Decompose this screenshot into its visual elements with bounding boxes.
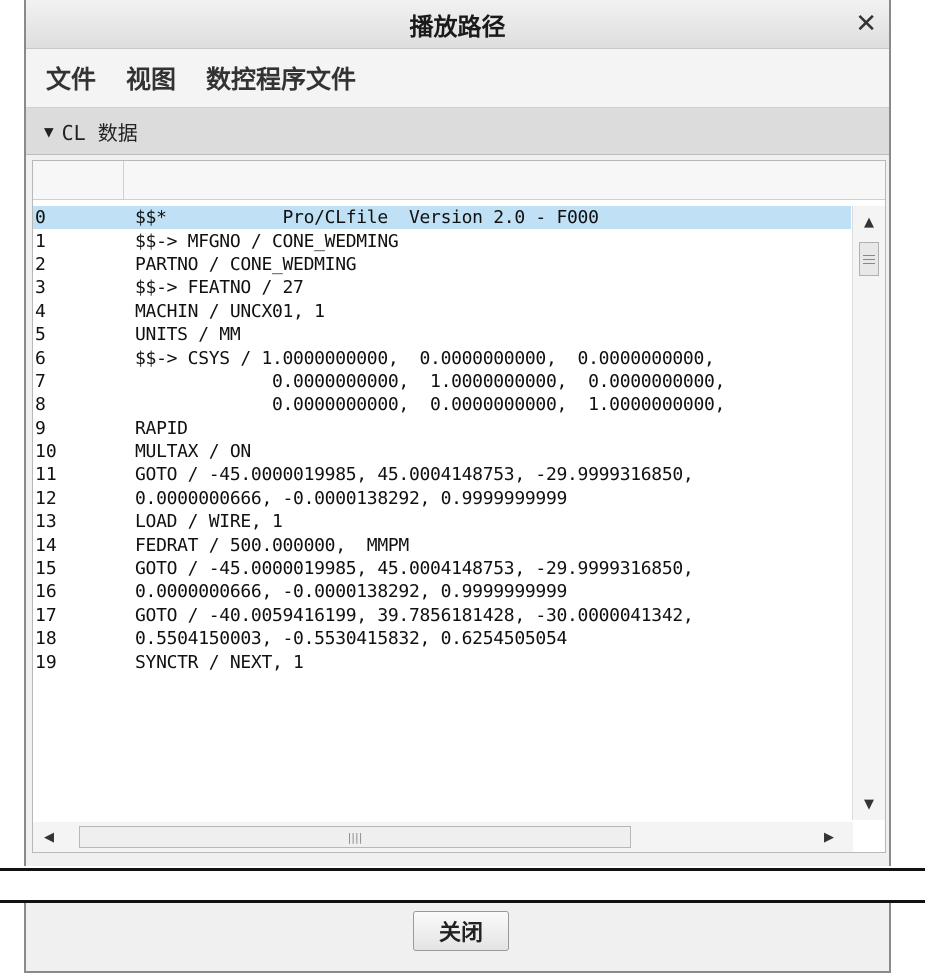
cl-row-text: 0.0000000666, -0.0000138292, 0.999999999… [135,581,568,603]
cl-row-text: $$* Pro/CLfile Version 2.0 - F000 [135,207,599,229]
list-column-header [33,161,885,200]
cl-row[interactable]: 17 GOTO / -40.0059416199, 39.7856181428, … [33,604,851,627]
scroll-down-icon[interactable]: ▼ [857,792,881,816]
cl-row-text: 0.0000000666, -0.0000138292, 0.999999999… [135,487,568,509]
cl-row-text: $$-> FEATNO / 27 [135,277,304,299]
cl-row-number: 5 [35,324,46,346]
separator-line-top [0,868,925,871]
cl-row-number: 16 [35,581,57,603]
cl-row-number: 1 [35,230,46,252]
cl-row-text: SYNCTR / NEXT, 1 [135,651,304,673]
close-button[interactable]: 关闭 [413,911,509,951]
dialog-title: 播放路径 [409,12,506,41]
collapse-triangle-icon[interactable]: ▼ [44,122,54,141]
cl-data-section-header[interactable]: ▼ CL 数据 [26,108,889,155]
cl-row-text: GOTO / -40.0059416199, 39.7856181428, -3… [135,604,694,626]
cl-row[interactable]: 1 $$-> MFGNO / CONE_WEDMING [33,229,851,252]
scroll-left-icon[interactable]: ◀ [37,825,61,849]
cl-row-text: FEDRAT / 500.000000, MMPM [135,534,409,556]
cl-row[interactable]: 4 MACHIN / UNCX01, 1 [33,300,851,323]
cl-row-text: $$-> MFGNO / CONE_WEDMING [135,230,399,252]
scroll-up-icon[interactable]: ▲ [857,210,881,234]
cl-row[interactable]: 11 GOTO / -45.0000019985, 45.0004148753, … [33,463,851,486]
cl-row[interactable]: 13 LOAD / WIRE, 1 [33,510,851,533]
cl-row-text: 0.0000000000, 1.0000000000, 0.0000000000… [135,370,726,392]
cl-row-text: RAPID [135,417,188,439]
cl-row-number: 14 [35,534,57,556]
cl-row-number: 9 [35,417,46,439]
menu-bar: 文件 视图 数控程序文件 [26,49,889,108]
horizontal-scrollbar[interactable]: ◀ |||| ▶ [33,822,853,852]
dialog-footer: 关闭 [24,903,891,973]
vertical-scrollbar[interactable]: ▲ ▼ [852,206,885,820]
cl-row-number: 8 [35,394,46,416]
cl-row-text: 0.0000000000, 0.0000000000, 1.0000000000… [135,394,726,416]
vertical-scroll-thumb[interactable] [859,242,879,276]
cl-row-text: $$-> CSYS / 1.0000000000, 0.0000000000, … [135,347,715,369]
menu-file[interactable]: 文件 [46,60,96,96]
cl-row-text: LOAD / WIRE, 1 [135,511,283,533]
cl-row-text: UNITS / MM [135,324,241,346]
cl-row[interactable]: 3 $$-> FEATNO / 27 [33,276,851,299]
cl-row[interactable]: 6 $$-> CSYS / 1.0000000000, 0.0000000000,… [33,346,851,369]
cl-row-text: PARTNO / CONE_WEDMING [135,253,357,275]
cl-row[interactable]: 18 0.5504150003, -0.5530415832, 0.6254505… [33,627,851,650]
cl-row-text: GOTO / -45.0000019985, 45.0004148753, -2… [135,558,694,580]
cl-rows: 0 $$* Pro/CLfile Version 2.0 - F000 1 $$-> … [33,206,851,820]
cl-row[interactable]: 7 0.0000000000, 1.0000000000, 0.00000000… [33,370,851,393]
cl-row[interactable]: 19 SYNCTR / NEXT, 1 [33,650,851,673]
cl-row-number: 7 [35,370,46,392]
cl-row-text: 0.5504150003, -0.5530415832, 0.625450505… [135,628,568,650]
cl-row[interactable]: 2 PARTNO / CONE_WEDMING [33,253,851,276]
cl-data-list: 0 $$* Pro/CLfile Version 2.0 - F000 1 $$-> … [32,160,886,853]
cl-row[interactable]: 14 FEDRAT / 500.000000, MMPM [33,533,851,556]
scroll-right-icon[interactable]: ▶ [817,825,841,849]
cl-row-number: 4 [35,300,46,322]
cl-row[interactable]: 9 RAPID [33,417,851,440]
cl-row[interactable]: 16 0.0000000666, -0.0000138292, 0.9999999… [33,580,851,603]
cl-row-text: MACHIN / UNCX01, 1 [135,300,325,322]
column-divider[interactable] [123,161,124,199]
cl-row[interactable]: 15 GOTO / -45.0000019985, 45.0004148753, … [33,557,851,580]
cl-row[interactable]: 0 $$* Pro/CLfile Version 2.0 - F000 [33,206,851,230]
cl-row-text: MULTAX / ON [135,441,251,463]
menu-nc-file[interactable]: 数控程序文件 [206,60,356,96]
menu-view[interactable]: 视图 [126,60,176,96]
play-path-dialog: 播放路径 ✕ 文件 视图 数控程序文件 ▼ CL 数据 0 $$* Pro/CLf… [24,0,891,866]
cl-row[interactable]: 8 0.0000000000, 0.0000000000, 1.00000000… [33,393,851,416]
cl-row-number: 19 [35,651,57,673]
cl-row[interactable]: 10 MULTAX / ON [33,440,851,463]
cl-row[interactable]: 12 0.0000000666, -0.0000138292, 0.9999999… [33,487,851,510]
close-icon[interactable]: ✕ [855,9,877,39]
cl-row-number: 12 [35,487,57,509]
cl-row-number: 3 [35,277,46,299]
cl-row-number: 6 [35,347,46,369]
cl-row-number: 17 [35,604,57,626]
cl-row-number: 0 [35,207,46,229]
cl-row-number: 10 [35,441,57,463]
cl-row[interactable]: 5 UNITS / MM [33,323,851,346]
cl-row-number: 11 [35,464,57,486]
cl-row-text: GOTO / -45.0000019985, 45.0004148753, -2… [135,464,694,486]
cl-row-number: 18 [35,628,57,650]
section-title: CL 数据 [61,120,138,145]
cl-row-number: 13 [35,511,57,533]
horizontal-scroll-thumb[interactable]: |||| [79,826,631,848]
cl-row-number: 2 [35,253,46,275]
cl-row-number: 15 [35,558,57,580]
title-bar[interactable]: 播放路径 ✕ [26,0,889,49]
